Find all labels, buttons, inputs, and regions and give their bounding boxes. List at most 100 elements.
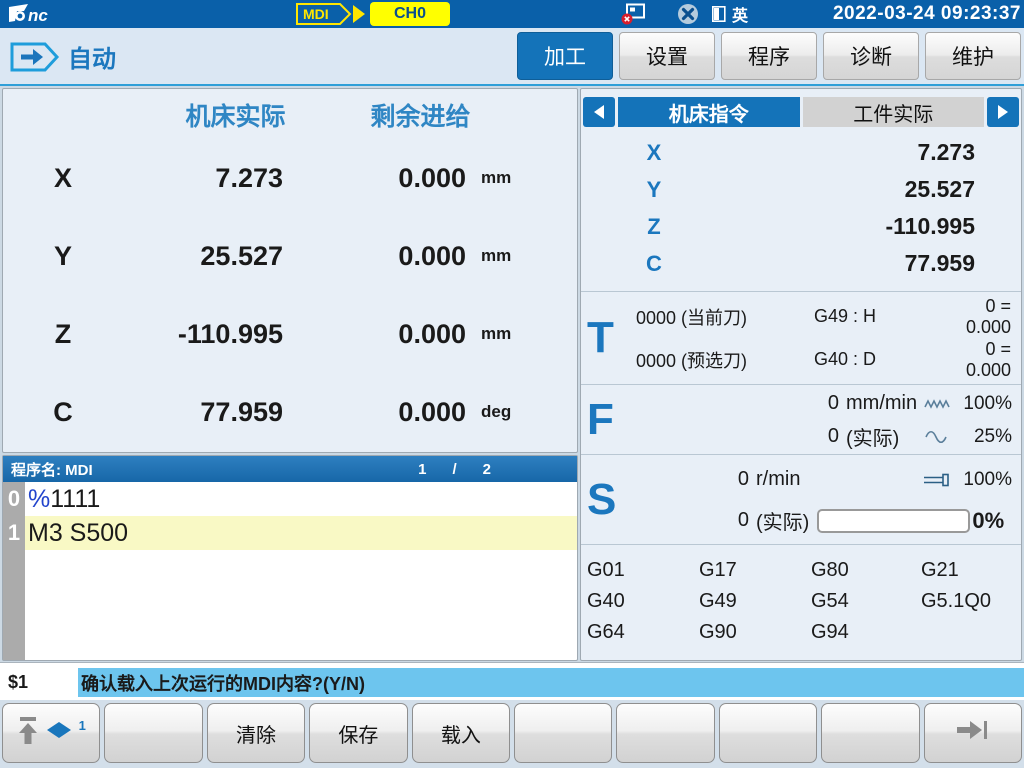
axis-remain-value: 0.000 [283,319,466,350]
program-panel: 程序名: MDI 1 / 2 0 %1111 1 M3 S500 [2,455,578,661]
program-body[interactable]: 0 %1111 1 M3 S500 [3,482,577,660]
feed-section: F 0 mm/min 100% 0 (实际) 25% [581,384,1021,454]
current-tool-number: 0000 (当前刀) [636,304,814,330]
program-header: 程序名: MDI 1 / 2 [3,456,577,482]
spindle-unit: r/min [756,468,800,491]
length-comp-gcode: G49 : H [814,306,956,327]
gcode: G01 [587,559,699,582]
status-panel: 机床指令 工件实际 X 7.273 Y 25.527 Z -110.995 C … [580,88,1022,661]
message-bar: $1 确认载入上次运行的MDI内容?(Y/N) [0,662,1024,700]
program-line-1-current[interactable]: 1 M3 S500 [3,516,577,550]
gcode: G90 [699,621,811,644]
position-panel: 机床实际 剩余进给 X 7.273 0.000 mm Y 25.527 0.00… [2,88,578,453]
softkey-save[interactable]: 保存 [309,703,407,763]
tab-machining[interactable]: 加工 [517,32,613,80]
axis-actual-value: 77.959 [123,397,283,428]
radius-comp-value: 0 = 0.000 [956,339,1021,381]
current-tool-row: 0000 (当前刀) G49 : H 0 = 0.000 [581,295,1021,338]
axis-value: 7.273 [669,139,975,166]
tab-settings[interactable]: 设置 [619,32,715,80]
program-pager: 1 / 2 [418,461,491,478]
axis-actual-value: 7.273 [123,163,283,194]
softkey-clear[interactable]: 清除 [207,703,305,763]
feed-override-percent: 25% [956,426,1012,448]
tab-program[interactable]: 程序 [721,32,817,80]
tab-diagnosis[interactable]: 诊断 [823,32,919,80]
spindle-override-icon [920,472,956,488]
axis-remain-value: 0.000 [283,397,466,428]
axis-label: Y [639,177,669,203]
main-tabs: 加工 设置 程序 诊断 维护 [517,32,1021,80]
axis-actual-value: 25.527 [123,241,283,272]
softkey-load[interactable]: 载入 [412,703,510,763]
axis-remain-value: 0.000 [283,163,466,194]
coordinate-tabs: 机床指令 工件实际 [583,97,1019,127]
tab-machine-command[interactable]: 机床指令 [618,97,800,127]
axis-label: C [3,397,123,428]
softkey-back[interactable]: 1 [2,703,100,763]
chevron-right-icon [996,104,1010,120]
coord-row-x: X 7.273 [581,134,1021,171]
softkey-2[interactable] [104,703,202,763]
network-disconnected-icon [620,3,650,30]
tab-maintenance[interactable]: 维护 [925,32,1021,80]
axis-label: C [639,251,669,277]
radius-comp-gcode: G40 : D [814,349,956,370]
softkey-bar: 1 清除 保存 载入 [0,700,1024,768]
feed-command-row: 0 mm/min 100% [581,387,1021,420]
softkey-7[interactable] [616,703,714,763]
length-comp-value: 0 = 0.000 [956,296,1021,338]
gcode: G80 [811,559,921,582]
spindle-override-percent: 100% [956,469,1012,491]
softkey-next-menu[interactable] [924,703,1022,763]
program-title: 程序名: MDI [11,459,93,480]
tool-section-label: T [587,316,614,360]
coordinate-values: X 7.273 Y 25.527 Z -110.995 C 77.959 [581,134,1021,282]
spindle-section: S 0 r/min 100% 0 (实际) 0% [581,454,1021,544]
coord-tab-next-button[interactable] [987,97,1019,127]
preselected-tool-number: 0000 (预选刀) [636,347,814,373]
menu-diamond-icon [45,721,73,745]
channel-badge: CH0 [370,2,450,26]
channel-indicator: $1 [8,663,28,701]
axis-row-c: C 77.959 0.000 deg [3,373,577,451]
spindle-section-label: S [587,478,616,522]
feed-actual-label: (实际) [846,422,899,451]
disconnect-status-icon [676,3,700,30]
softkey-8[interactable] [719,703,817,763]
softkey-9[interactable] [821,703,919,763]
coord-tab-prev-button[interactable] [583,97,615,127]
mode-bar: 自动 加工 设置 程序 诊断 维护 [0,28,1024,86]
spindle-load-percent: 0% [972,508,1004,534]
axis-label: Y [3,241,123,272]
preselected-tool-row: 0000 (预选刀) G40 : D 0 = 0.000 [581,338,1021,381]
axis-unit: mm [466,324,579,344]
next-menu-arrow-icon [955,716,991,750]
gcode: G21 [921,559,1021,582]
axis-label: Z [3,319,123,350]
language-toggle[interactable]: 英 [732,0,748,28]
program-line-0[interactable]: 0 %1111 [3,482,577,516]
auto-mode-icon [10,42,60,77]
axis-label: X [639,140,669,166]
softkey-6[interactable] [514,703,612,763]
feed-unit: mm/min [846,392,917,415]
gcode: G49 [699,590,811,613]
axis-remain-value: 0.000 [283,241,466,272]
manual-book-icon [712,6,726,27]
chevron-left-icon [592,104,606,120]
rapid-override-icon [920,397,956,411]
feed-actual-row: 0 (实际) 25% [581,420,1021,453]
column-header-remaining-feed: 剩余进给 [338,97,503,133]
spindle-command-row: 0 r/min 100% [581,459,1021,500]
hnc-logo-icon: nc [8,3,68,25]
gcode: G17 [699,559,811,582]
tab-workpiece-actual[interactable]: 工件实际 [803,97,985,127]
axis-value: 25.527 [669,176,975,203]
top-status-bar: nc MDI CH0 英 2022-03-24 09:23:37 [0,0,1024,28]
axis-unit: mm [466,246,579,266]
axis-unit: deg [466,402,579,422]
gcode: G5.1Q0 [921,590,1021,613]
feed-section-label: F [587,398,614,442]
axis-unit: mm [466,168,579,188]
